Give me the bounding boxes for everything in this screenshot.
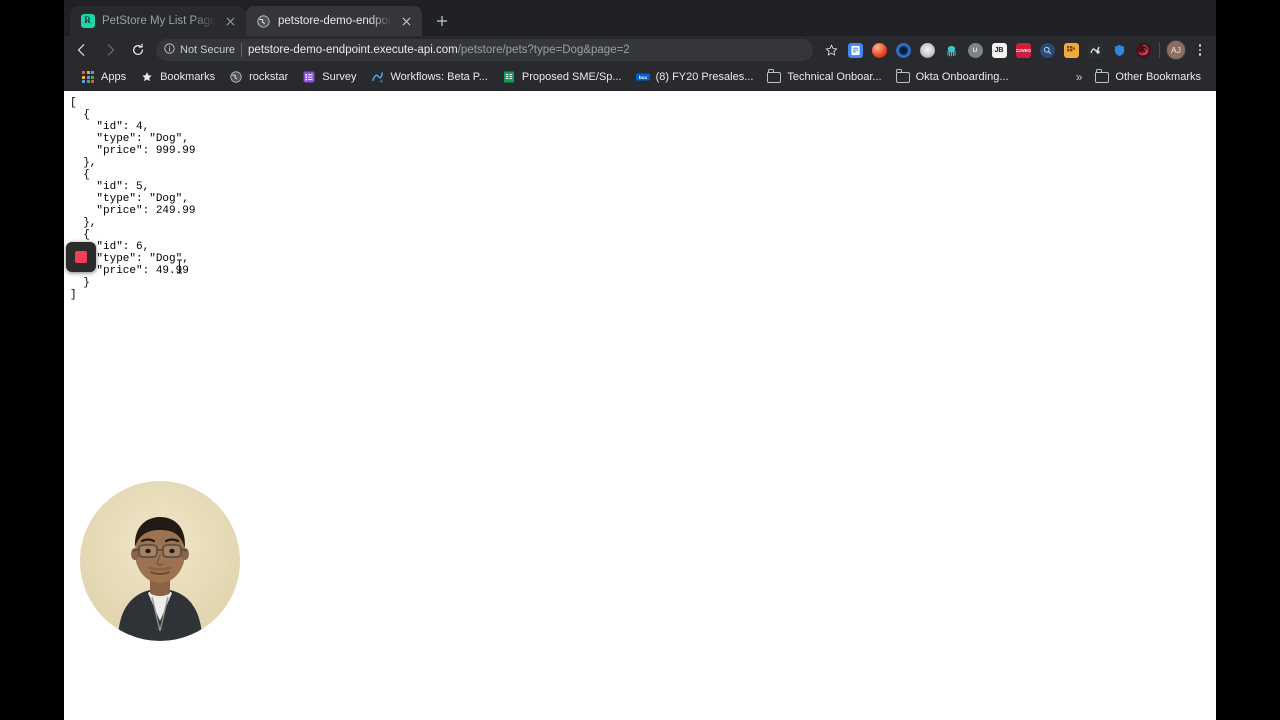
security-status[interactable]: Not Secure [164, 43, 235, 57]
stop-recording-button[interactable] [66, 242, 96, 272]
orange-grid-extension-icon[interactable] [1060, 39, 1082, 61]
globe-icon [229, 70, 243, 84]
teal-octopus-extension-icon[interactable] [940, 39, 962, 61]
bookmark-apps[interactable]: Apps [74, 67, 133, 87]
security-label: Not Secure [180, 44, 236, 56]
bookmark-other-bookmarks[interactable]: Other Bookmarks [1088, 67, 1208, 87]
bookmark-survey[interactable]: Survey [295, 67, 363, 87]
bookmark-label: (8) FY20 Presales... [655, 71, 754, 83]
google-docs-extension-icon[interactable] [844, 39, 866, 61]
back-arrow-icon[interactable] [68, 38, 96, 62]
record-stop-icon [75, 251, 87, 263]
svg-text:box: box [638, 75, 647, 81]
bookmark-workflows[interactable]: Workflows: Beta P... [363, 67, 494, 87]
sheets-icon [502, 70, 516, 84]
url-text: petstore-demo-endpoint.execute-api.com/p… [248, 44, 805, 56]
bookmark-fy20-presales[interactable]: box (8) FY20 Presales... [629, 67, 761, 87]
bookmarks-bar: Apps Bookmarks rockstar Survey Workflows… [64, 64, 1216, 91]
forward-arrow-icon [96, 38, 124, 62]
star-icon[interactable] [820, 39, 842, 61]
tab-petstore-my-list[interactable]: R PetStore My List Page Java Pe [70, 6, 246, 36]
apps-grid-icon [81, 70, 95, 84]
bookmark-label: Proposed SME/Sp... [521, 71, 622, 83]
tab-strip: R PetStore My List Page Java Pe petstore… [64, 0, 1216, 36]
browser-toolbar: Not Secure petstore-demo-endpoint.execut… [64, 36, 1216, 64]
webcam-video [80, 481, 240, 641]
bookmark-label: Workflows: Beta P... [390, 71, 488, 83]
folder-icon [1095, 69, 1110, 84]
bookmark-label: Survey [322, 71, 357, 83]
browser-window: R PetStore My List Page Java Pe petstore… [64, 0, 1216, 720]
tab-petstore-demo-endpoint[interactable]: petstore-demo-endpoint.exec [246, 6, 422, 36]
url-path: /petstore/pets?type=Dog&page=2 [457, 44, 630, 56]
tab-title: petstore-demo-endpoint.exec [278, 15, 392, 27]
bookmark-technical-onboarding[interactable]: Technical Onboar... [760, 67, 888, 87]
survey-icon [302, 70, 316, 84]
grey-circle-extension-icon[interactable] [916, 39, 938, 61]
new-tab-button[interactable] [428, 7, 456, 35]
page-content: [ { "id": 4, "type": "Dog", "price": 999… [64, 91, 1216, 720]
bookmark-label: Other Bookmarks [1115, 71, 1201, 83]
bookmark-okta-onboarding[interactable]: Okta Onboarding... [889, 67, 1016, 87]
close-icon[interactable] [399, 14, 414, 29]
bookmark-label: Apps [101, 71, 127, 83]
folder-icon [895, 69, 910, 84]
webcam-overlay[interactable] [80, 481, 240, 641]
bookmark-label: rockstar [249, 71, 289, 83]
bookmark-label: Okta Onboarding... [915, 71, 1009, 83]
rainforest-icon: R [80, 14, 95, 29]
grey-u-extension-icon[interactable]: U [964, 39, 986, 61]
close-icon[interactable] [223, 14, 238, 29]
search-extension-icon[interactable] [1036, 39, 1058, 61]
bookmarks-overflow-button[interactable]: » [1070, 70, 1089, 84]
avatar[interactable]: AJ [1165, 39, 1187, 61]
address-bar[interactable]: Not Secure petstore-demo-endpoint.execut… [156, 39, 813, 61]
workflows-icon [370, 70, 384, 84]
reload-icon[interactable] [124, 38, 152, 62]
spiral-extension-icon[interactable] [1132, 39, 1154, 61]
bookmark-label: Technical Onboar... [787, 71, 882, 83]
coveo-extension-icon[interactable]: COVEO [1012, 39, 1034, 61]
text-cursor [175, 259, 184, 274]
star-icon [140, 70, 154, 84]
red-ball-extension-icon[interactable] [868, 39, 890, 61]
kebab-menu-icon[interactable] [1189, 39, 1211, 61]
info-circle-icon [164, 43, 175, 57]
profile-initials: AJ [1166, 40, 1186, 60]
bw-extension-icon[interactable] [1084, 39, 1106, 61]
tab-title: PetStore My List Page Java Pe [102, 15, 216, 27]
bookmark-label: Bookmarks [160, 71, 216, 83]
folder-icon [767, 69, 782, 84]
bookmark-rockstar[interactable]: rockstar [222, 67, 295, 87]
jetbrains-extension-icon[interactable]: JB [988, 39, 1010, 61]
url-host: petstore-demo-endpoint.execute-api.com [248, 44, 458, 56]
json-response-body: [ { "id": 4, "type": "Dog", "price": 999… [70, 97, 196, 301]
globe-icon [256, 14, 271, 29]
bookmark-proposed-sme[interactable]: Proposed SME/Sp... [495, 67, 629, 87]
omnibox-divider [241, 43, 243, 57]
screen: R PetStore My List Page Java Pe petstore… [0, 0, 1280, 720]
blue-shield-extension-icon[interactable] [1108, 39, 1130, 61]
toolbar-divider [1159, 42, 1160, 58]
blue-ring-extension-icon[interactable] [892, 39, 914, 61]
box-icon: box [635, 70, 650, 84]
bookmark-bookmarks[interactable]: Bookmarks [133, 67, 222, 87]
